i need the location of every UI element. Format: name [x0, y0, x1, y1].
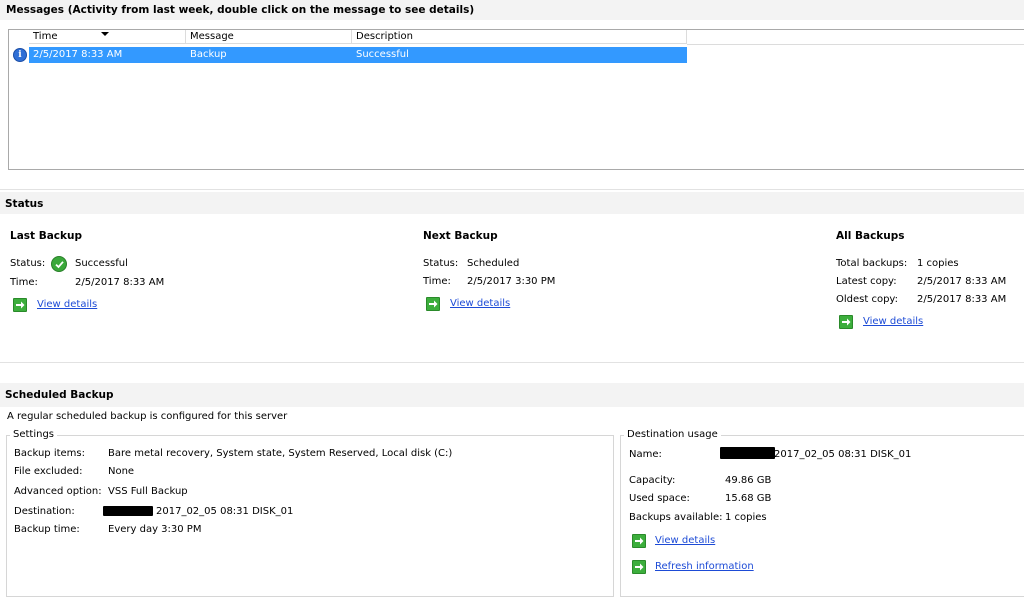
advanced-option-value: VSS Full Backup: [108, 486, 188, 497]
settings-group-title: Settings: [10, 429, 58, 440]
arrow-right-icon[interactable]: [632, 534, 646, 548]
info-icon: i: [13, 48, 27, 62]
all-backups-view-details-link[interactable]: View details: [863, 316, 923, 327]
destination-value: 2017_02_05 08:31 DISK_01: [156, 506, 294, 517]
destination-view-details-link[interactable]: View details: [655, 535, 715, 546]
used-space-value: 15.68 GB: [725, 493, 772, 504]
last-backup-status-label: Status:: [10, 258, 46, 269]
status-header-band: [0, 192, 1024, 214]
backup-items-label: Backup items:: [14, 448, 86, 459]
backups-available-value: 1 copies: [725, 512, 767, 523]
status-title: Status: [5, 198, 44, 210]
destination-label: Destination:: [14, 506, 75, 517]
scheduled-header-band: [0, 383, 1024, 407]
destination-usage-title: Destination usage: [624, 429, 721, 440]
messages-title: Messages (Activity from last week, doubl…: [6, 4, 475, 16]
capacity-value: 49.86 GB: [725, 475, 772, 486]
redacted-block: [103, 506, 153, 516]
check-circle-icon: [51, 256, 67, 272]
last-backup-status-value: Successful: [75, 258, 128, 269]
oldest-copy-label: Oldest copy:: [836, 294, 898, 305]
row-message: Backup: [190, 49, 227, 60]
advanced-option-label: Advanced option:: [14, 486, 102, 497]
divider: [0, 189, 1024, 190]
arrow-right-icon[interactable]: [839, 315, 853, 329]
backup-time-value: Every day 3:30 PM: [108, 524, 202, 535]
used-space-label: Used space:: [629, 493, 690, 504]
column-header-message[interactable]: Message: [186, 30, 352, 44]
backup-time-label: Backup time:: [14, 524, 80, 535]
redacted-block: [720, 447, 775, 459]
oldest-copy-value: 2/5/2017 8:33 AM: [917, 294, 1007, 305]
selected-row-highlight: 2/5/2017 8:33 AM Backup Successful: [29, 47, 687, 63]
destination-name-label: Name:: [629, 449, 662, 460]
backups-available-label: Backups available:: [629, 512, 723, 523]
column-header-time[interactable]: Time: [29, 30, 186, 44]
divider: [0, 362, 1024, 363]
capacity-label: Capacity:: [629, 475, 676, 486]
destination-name-value: 2017_02_05 08:31 DISK_01: [774, 449, 912, 460]
next-backup-title: Next Backup: [423, 230, 498, 242]
settings-group: [6, 435, 614, 597]
sort-desc-icon: [101, 32, 109, 36]
scheduled-title: Scheduled Backup: [5, 389, 114, 401]
arrow-right-icon[interactable]: [632, 560, 646, 574]
backup-items-value: Bare metal recovery, System state, Syste…: [108, 448, 453, 459]
last-backup-time-label: Time:: [10, 277, 38, 288]
messages-header-row: Time Message Description: [9, 30, 687, 45]
file-excluded-label: File excluded:: [14, 466, 83, 477]
column-header-description[interactable]: Description: [352, 30, 687, 44]
next-backup-status-label: Status:: [423, 258, 459, 269]
refresh-information-link[interactable]: Refresh information: [655, 561, 754, 572]
next-backup-time-label: Time:: [423, 276, 451, 287]
table-row[interactable]: i 2/5/2017 8:33 AM Backup Successful: [9, 47, 687, 63]
next-backup-status-value: Scheduled: [467, 258, 520, 269]
next-backup-view-details-link[interactable]: View details: [450, 298, 510, 309]
next-backup-time-value: 2/5/2017 3:30 PM: [467, 276, 556, 287]
column-description-label: Description: [356, 31, 413, 42]
messages-list[interactable]: Time Message Description i 2/5/2017 8:33…: [8, 29, 1024, 170]
all-backups-title: All Backups: [836, 230, 905, 242]
latest-copy-label: Latest copy:: [836, 276, 897, 287]
total-backups-value: 1 copies: [917, 258, 959, 269]
last-backup-title: Last Backup: [10, 230, 82, 242]
scheduled-summary: A regular scheduled backup is configured…: [7, 411, 288, 422]
last-backup-view-details-link[interactable]: View details: [37, 299, 97, 310]
file-excluded-value: None: [108, 466, 135, 477]
arrow-right-icon[interactable]: [426, 297, 440, 311]
last-backup-time-value: 2/5/2017 8:33 AM: [75, 277, 165, 288]
latest-copy-value: 2/5/2017 8:33 AM: [917, 276, 1007, 287]
column-time-label: Time: [33, 31, 58, 42]
header-filler: [687, 30, 1024, 45]
total-backups-label: Total backups:: [836, 258, 908, 269]
row-description: Successful: [356, 49, 409, 60]
row-time: 2/5/2017 8:33 AM: [33, 49, 123, 60]
column-message-label: Message: [190, 31, 234, 42]
arrow-right-icon[interactable]: [13, 298, 27, 312]
